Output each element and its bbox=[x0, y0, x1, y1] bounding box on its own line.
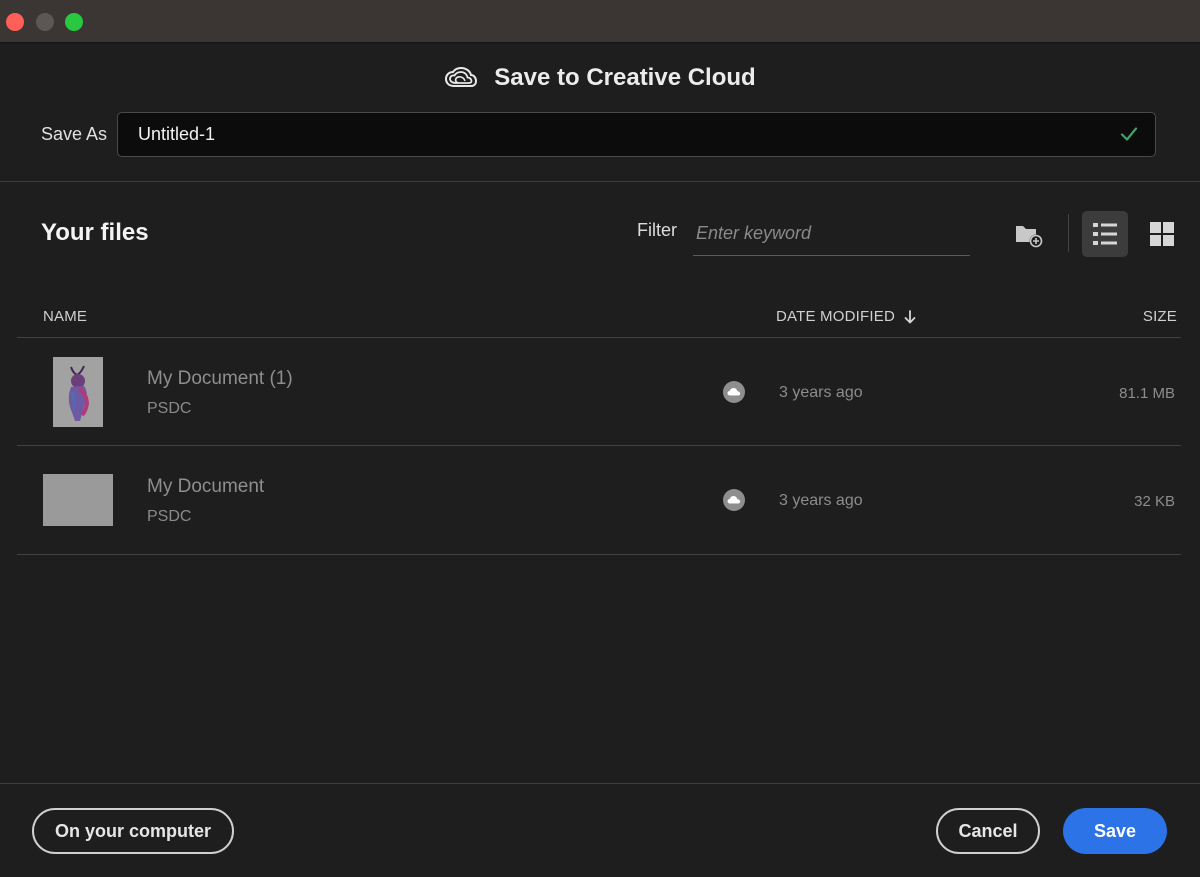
filter-label: Filter bbox=[637, 220, 677, 240]
list-view-icon bbox=[1093, 223, 1117, 245]
file-name: My Document (1) bbox=[147, 368, 293, 389]
table-row[interactable]: My Document (1) PSDC 3 years ago 81.1 MB bbox=[17, 338, 1181, 446]
save-button[interactable]: Save bbox=[1063, 808, 1167, 854]
cloud-sync-icon bbox=[723, 381, 745, 403]
file-size: 81.1 MB bbox=[1119, 385, 1175, 402]
file-size: 32 KB bbox=[1134, 493, 1175, 510]
file-type: PSDC bbox=[147, 400, 192, 417]
file-date-modified: 3 years ago bbox=[779, 384, 863, 401]
minimize-window-button[interactable] bbox=[36, 13, 54, 31]
dialog-header: Save to Creative Cloud bbox=[0, 62, 1200, 94]
on-your-computer-button[interactable]: On your computer bbox=[32, 808, 234, 854]
save-as-label: Save As bbox=[41, 124, 108, 144]
file-date-modified: 3 years ago bbox=[779, 492, 863, 509]
window-titlebar bbox=[0, 0, 1200, 43]
file-name: My Document bbox=[147, 476, 265, 497]
column-header-name[interactable]: NAME bbox=[43, 308, 87, 325]
cloud-sync-icon bbox=[723, 489, 745, 511]
cancel-button[interactable]: Cancel bbox=[936, 808, 1040, 854]
filename-input[interactable] bbox=[138, 113, 1098, 156]
column-header-size[interactable]: SIZE bbox=[1143, 308, 1177, 325]
new-folder-icon[interactable] bbox=[1012, 220, 1044, 250]
artwork-thumbnail-image bbox=[68, 365, 90, 421]
close-window-button[interactable] bbox=[6, 13, 24, 31]
footer-divider bbox=[0, 783, 1200, 784]
maximize-window-button[interactable] bbox=[65, 13, 83, 31]
save-as-field[interactable] bbox=[117, 112, 1156, 157]
file-type: PSDC bbox=[147, 508, 192, 525]
list-view-button[interactable] bbox=[1082, 211, 1128, 257]
filter-input[interactable] bbox=[693, 212, 970, 256]
table-row[interactable]: My Document PSDC 3 years ago 32 KB bbox=[17, 446, 1181, 554]
column-header-date-label: DATE MODIFIED bbox=[776, 308, 895, 325]
checkmark-icon bbox=[1120, 127, 1138, 141]
file-thumbnail bbox=[53, 357, 103, 427]
header-divider bbox=[0, 181, 1200, 182]
grid-view-icon[interactable] bbox=[1148, 220, 1176, 248]
sort-descending-icon bbox=[904, 309, 916, 323]
column-header-date-modified[interactable]: DATE MODIFIED bbox=[776, 308, 917, 325]
toolbar-separator bbox=[1068, 214, 1069, 252]
dialog-title: Save to Creative Cloud bbox=[494, 64, 756, 91]
file-thumbnail bbox=[43, 474, 113, 526]
creative-cloud-icon bbox=[445, 66, 478, 87]
section-heading: Your files bbox=[41, 219, 149, 246]
row-divider bbox=[17, 554, 1181, 555]
